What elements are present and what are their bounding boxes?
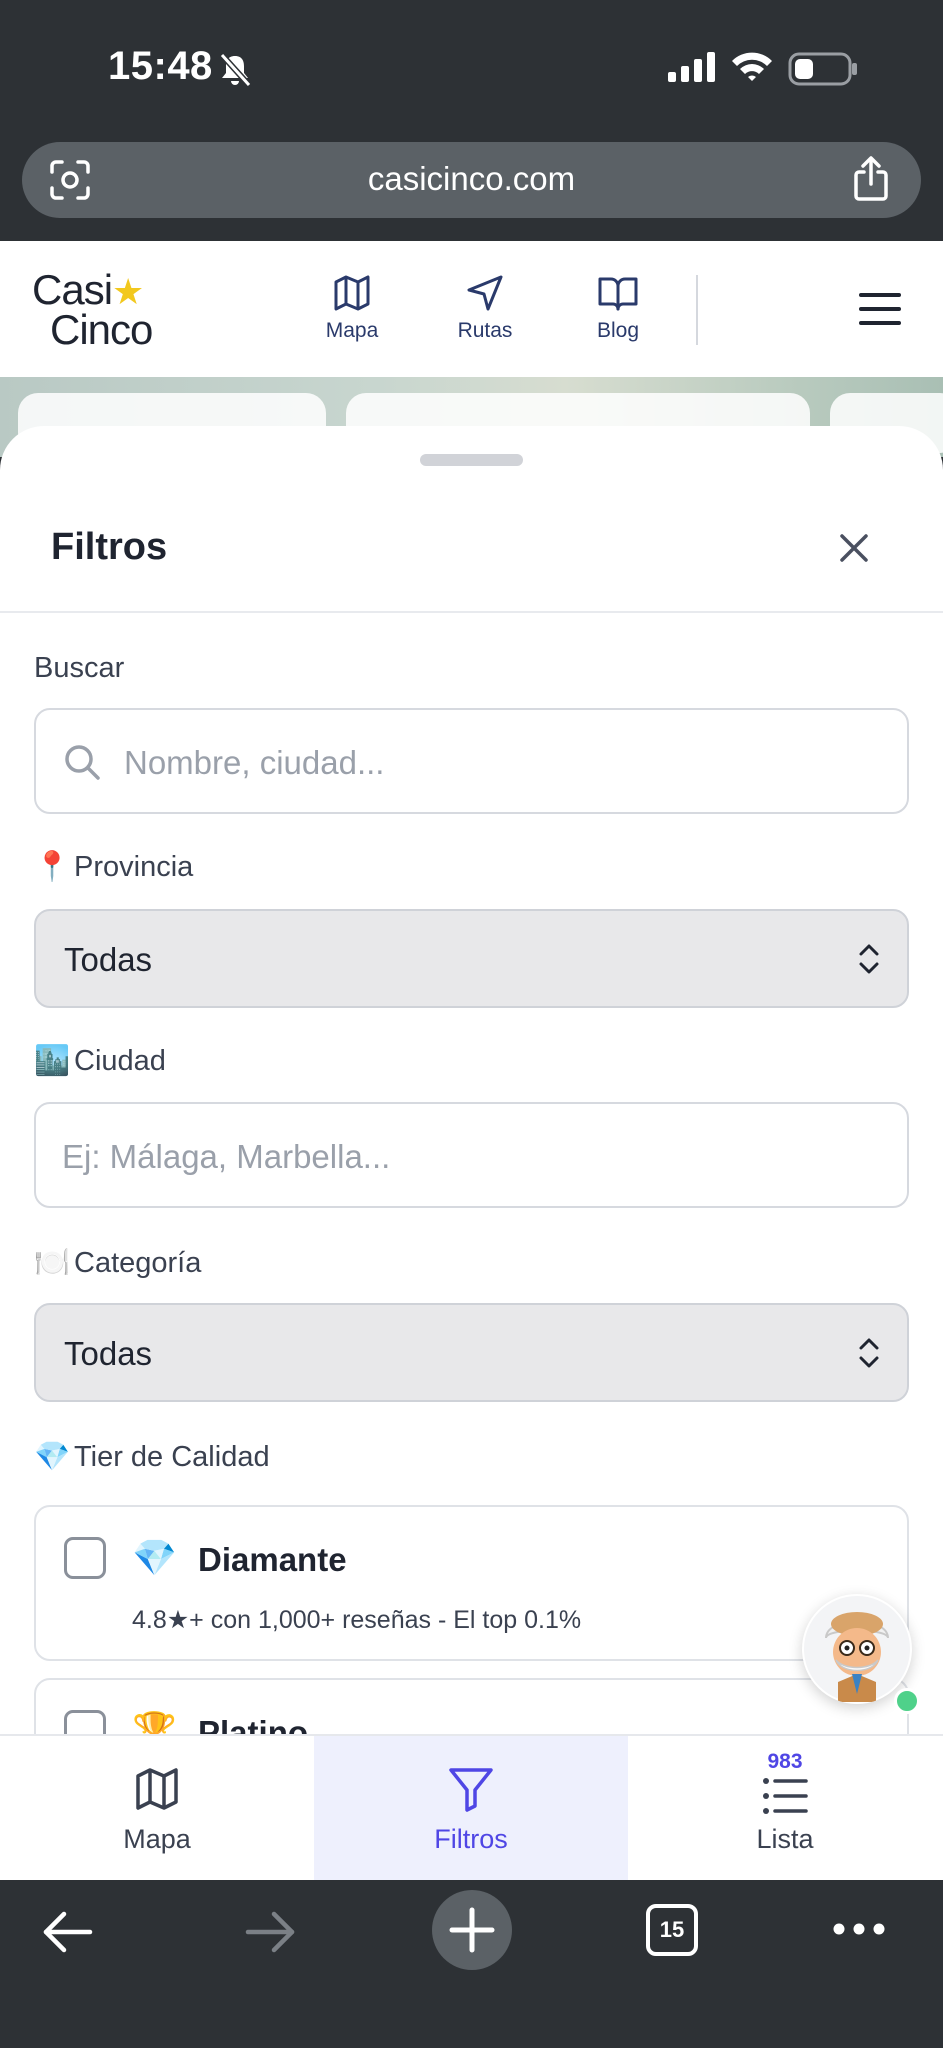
search-icon [65, 745, 100, 780]
nav-item-rutas[interactable]: Rutas [430, 273, 540, 343]
tier-label: 💎 Tier de Calidad [34, 1440, 270, 1474]
province-select[interactable]: Todas [34, 909, 909, 1008]
close-icon[interactable] [832, 526, 876, 570]
city-input[interactable]: Ej: Málaga, Marbella... [34, 1102, 909, 1208]
pin-icon: 📍 [34, 851, 71, 883]
plate-cutlery-icon: 🍽️ [34, 1247, 71, 1279]
list-icon [763, 1778, 808, 1814]
nav-divider [696, 275, 698, 345]
category-select[interactable]: Todas [34, 1303, 909, 1402]
tab-mapa[interactable]: Mapa [0, 1736, 314, 1880]
city-label-text: Ciudad [74, 1045, 166, 1077]
province-label: 📍 Provincia [34, 850, 193, 884]
plus-icon [449, 1907, 495, 1953]
tier-checkbox[interactable] [64, 1537, 106, 1579]
cellular-signal-icon [668, 52, 715, 82]
navigation-arrow-icon [467, 275, 503, 311]
back-arrow-icon[interactable] [42, 1910, 94, 1954]
tab-filtros[interactable]: Filtros [314, 1736, 628, 1880]
gem-icon: 💎 [132, 1537, 177, 1578]
chat-assistant-avatar[interactable] [802, 1594, 912, 1704]
status-bar: 15:48 [0, 0, 943, 140]
nav-item-label: Rutas [457, 319, 513, 342]
url-text[interactable]: casicinco.com [22, 160, 921, 198]
map-icon [136, 1768, 178, 1810]
search-input[interactable]: Nombre, ciudad... [34, 708, 909, 814]
list-count-badge: 983 [767, 1750, 803, 1773]
site-header: Casi★ Cinco Mapa Rutas Blog [0, 241, 943, 377]
trophy-icon: 🏆 [132, 1710, 177, 1734]
tab-label: Lista [756, 1824, 814, 1854]
status-time: 15:48 [108, 44, 213, 88]
tier-label-text: Tier de Calidad [74, 1441, 270, 1473]
filters-sheet: Filtros Buscar Nombre, ciudad... 📍 Provin… [0, 426, 943, 1734]
chevron-up-down-icon [859, 1338, 879, 1368]
address-bar[interactable]: casicinco.com [22, 142, 921, 218]
cityscape-icon: 🏙️ [34, 1045, 71, 1077]
tab-label: Filtros [434, 1824, 508, 1854]
wifi-icon [732, 52, 772, 81]
forward-arrow-icon[interactable] [244, 1910, 296, 1954]
category-label: 🍽️ Categoría [34, 1246, 201, 1280]
battery-icon [788, 52, 857, 86]
tabs-count-button[interactable]: 15 [646, 1904, 698, 1956]
share-icon[interactable] [851, 156, 891, 202]
online-status-dot [894, 1688, 920, 1714]
bell-slash-icon [219, 52, 252, 88]
nav-item-label: Mapa [325, 319, 379, 342]
tier-option-platino[interactable]: 🏆 Platino [34, 1678, 909, 1734]
sheet-title: Filtros [51, 526, 168, 568]
nav-item-label: Blog [596, 319, 640, 342]
site-logo[interactable]: Casi★ Cinco [32, 269, 153, 353]
province-value: Todas [64, 941, 153, 978]
hamburger-menu-icon[interactable] [858, 291, 902, 327]
nav-item-blog[interactable]: Blog [563, 273, 673, 343]
new-tab-button[interactable] [432, 1890, 512, 1970]
filter-icon [449, 1768, 493, 1812]
category-value: Todas [64, 1335, 153, 1372]
nav-item-mapa[interactable]: Mapa [297, 273, 407, 343]
bottom-tab-bar: Mapa Filtros 983 Lista [0, 1734, 943, 1880]
tier-checkbox[interactable] [64, 1710, 106, 1734]
tab-lista[interactable]: 983 Lista [628, 1736, 942, 1880]
tier-name: Platino [198, 1714, 309, 1734]
sheet-divider [0, 611, 943, 613]
book-open-icon [598, 277, 638, 311]
chevron-up-down-icon [859, 944, 879, 974]
map-icon [334, 275, 370, 311]
browser-toolbar: 15 [0, 1880, 943, 2048]
city-label: 🏙️ Ciudad [34, 1044, 166, 1078]
tier-name: Diamante [198, 1541, 347, 1578]
tier-description: 4.8★+ con 1,000+ reseñas - El top 0.1% [132, 1606, 582, 1634]
city-placeholder: Ej: Málaga, Marbella... [62, 1138, 391, 1175]
logo-text-cinco: Cinco [50, 306, 153, 353]
province-label-text: Provincia [74, 851, 194, 883]
mascot-avatar-icon [804, 1596, 910, 1702]
search-label: Buscar [34, 652, 125, 684]
search-placeholder: Nombre, ciudad... [124, 744, 385, 781]
category-label-text: Categoría [74, 1247, 202, 1279]
tab-label: Mapa [123, 1824, 191, 1854]
gem-icon: 💎 [34, 1441, 71, 1473]
more-dots-icon[interactable] [832, 1922, 886, 1936]
tier-option-diamante[interactable]: 💎 Diamante 4.8★+ con 1,000+ reseñas - El… [34, 1505, 909, 1661]
sheet-drag-handle[interactable] [420, 454, 523, 466]
